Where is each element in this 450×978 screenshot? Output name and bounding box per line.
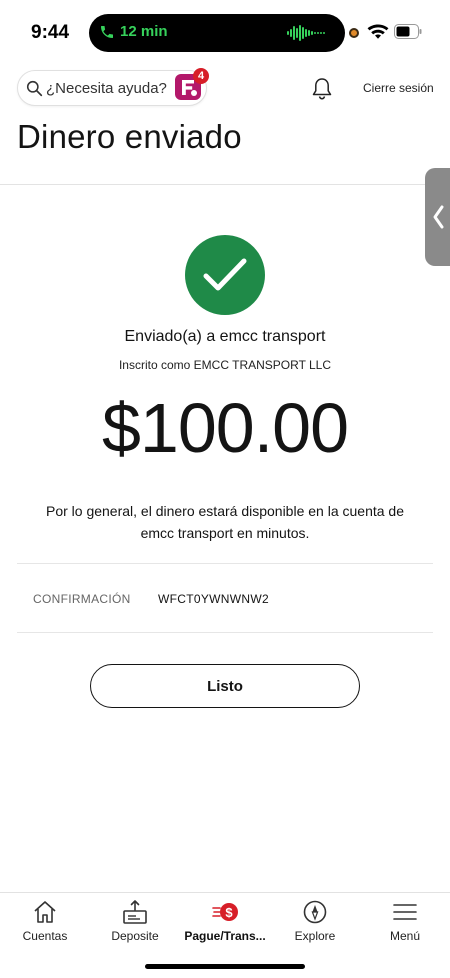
page-title: Dinero enviado [17,118,242,155]
nav-label: Cuentas [22,929,68,943]
call-duration: 12 min [120,23,168,40]
wifi-icon [367,24,389,39]
nav-item-pague-transfiera[interactable]: $ Pague/Trans... [180,899,270,955]
confirmation-label: CONFIRMACIÓN [33,592,131,606]
divider [17,632,433,633]
nav-label: Deposite [111,929,159,943]
search-placeholder: ¿Necesita ayuda? [46,79,167,97]
availability-message: Por lo general, el dinero estará disponi… [45,503,405,541]
side-drawer-handle[interactable] [425,168,450,266]
deposit-icon [123,900,147,924]
status-bar: 9:44 12 min [0,0,450,62]
recipient-line: Enviado(a) a emcc transport [124,328,326,345]
phone-icon [101,25,113,38]
home-indicator[interactable] [145,964,305,969]
notification-badge: 4 [193,68,209,84]
checkmark-icon [203,258,247,291]
camera-indicator-icon [349,28,359,38]
done-button[interactable]: Listo [90,664,360,708]
app-header: ¿Necesita ayuda? 4 Cierre sesión [0,68,450,110]
status-time: 9:44 [31,22,70,43]
nav-label: Explore [294,929,336,943]
chevron-left-icon [433,205,444,229]
call-indicator: 12 min [99,23,168,40]
svg-text:$: $ [225,905,233,920]
success-icon [185,235,265,315]
home-icon [34,901,56,923]
nav-label: Menú [389,929,421,943]
nav-label: Pague/Trans... [184,929,266,943]
search-icon [26,80,43,96]
confirmation-code: WFCT0YWNWNW2 [158,592,269,606]
menu-icon [393,904,417,920]
nav-item-cuentas[interactable]: Cuentas [0,899,90,955]
nav-item-menu[interactable]: Menú [360,899,450,955]
title-divider [0,184,450,185]
nav-item-deposite[interactable]: Deposite [90,899,180,955]
bell-icon[interactable] [311,77,333,101]
audio-wave-icon [287,25,325,41]
nav-item-explore[interactable]: Explore [270,899,360,955]
pay-transfer-icon: $ [212,903,238,921]
amount-sent: $100.00 [101,389,349,467]
compass-icon [303,900,327,924]
battery-icon [394,24,422,39]
signout-link[interactable]: Cierre sesión [363,81,434,95]
dynamic-island[interactable]: 12 min [89,14,345,52]
enrolled-name: Inscrito como EMCC TRANSPORT LLC [118,358,332,372]
divider [17,563,433,564]
